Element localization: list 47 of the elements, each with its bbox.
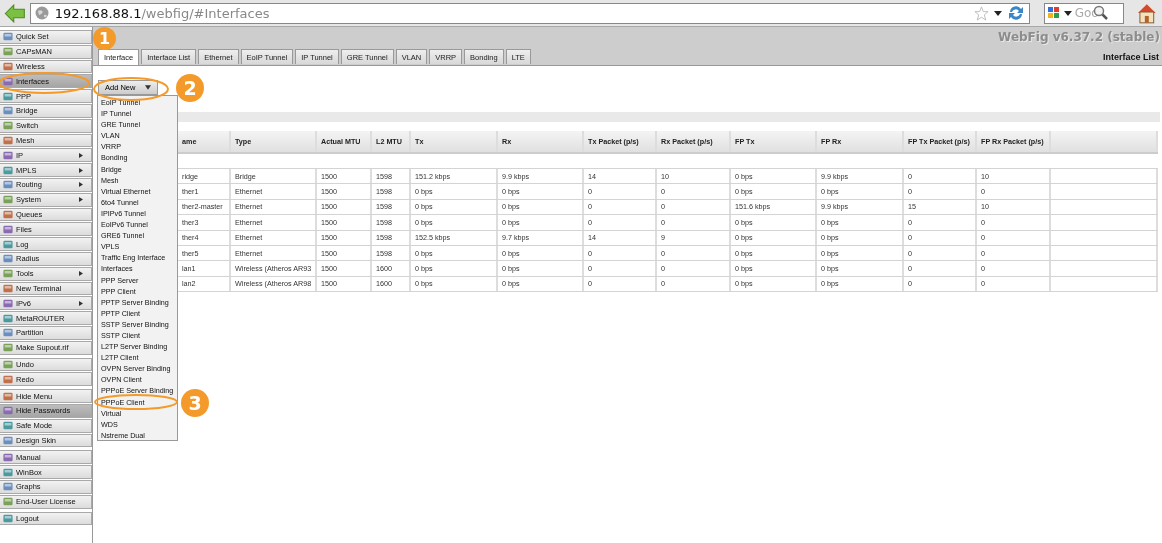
square-icon [3,165,13,175]
square-icon [3,359,13,369]
home-icon[interactable] [1136,2,1158,24]
square-icon [3,497,13,507]
square-icon [3,374,13,384]
square-icon [3,224,13,234]
address-field[interactable]: 192.168.88.1/webfig/#Interfaces [29,2,1030,24]
square-icon [3,467,13,477]
caret-icon [145,85,152,90]
square-icon [3,406,13,416]
square-icon [3,482,13,492]
square-icon [3,283,13,293]
square-icon [3,343,13,353]
square-icon [3,435,13,445]
square-icon [3,150,13,160]
square-icon [3,121,13,131]
square-icon [3,209,13,219]
page-title: Interface List [1102,52,1159,62]
square-icon [3,421,13,431]
square-icon [3,135,13,145]
square-icon [3,298,13,308]
square-icon [3,91,13,101]
square-icon [3,254,13,264]
step-badge: 2 [176,74,204,102]
square-icon [3,269,13,279]
globe-icon [34,6,49,20]
version-label: WebFig v6.37.2 (stable) [998,30,1160,44]
square-icon [3,328,13,338]
square-icon [3,32,13,42]
square-icon [3,195,13,205]
square-icon [3,47,13,57]
square-icon [3,452,13,462]
square-icon [3,62,13,71]
google-icon [1046,6,1061,20]
square-icon [3,180,13,190]
caret-icon[interactable] [993,10,1002,16]
square-icon [3,313,13,323]
back-icon[interactable] [4,3,26,23]
square-icon [3,76,13,86]
refresh-icon[interactable] [1006,4,1025,22]
square-icon [3,391,13,401]
caret-icon[interactable] [1063,10,1072,16]
square-icon [3,106,13,116]
step-badge: 3 [181,389,209,417]
square-icon [3,239,13,249]
square-icon [3,513,13,523]
star-icon[interactable] [973,5,989,21]
